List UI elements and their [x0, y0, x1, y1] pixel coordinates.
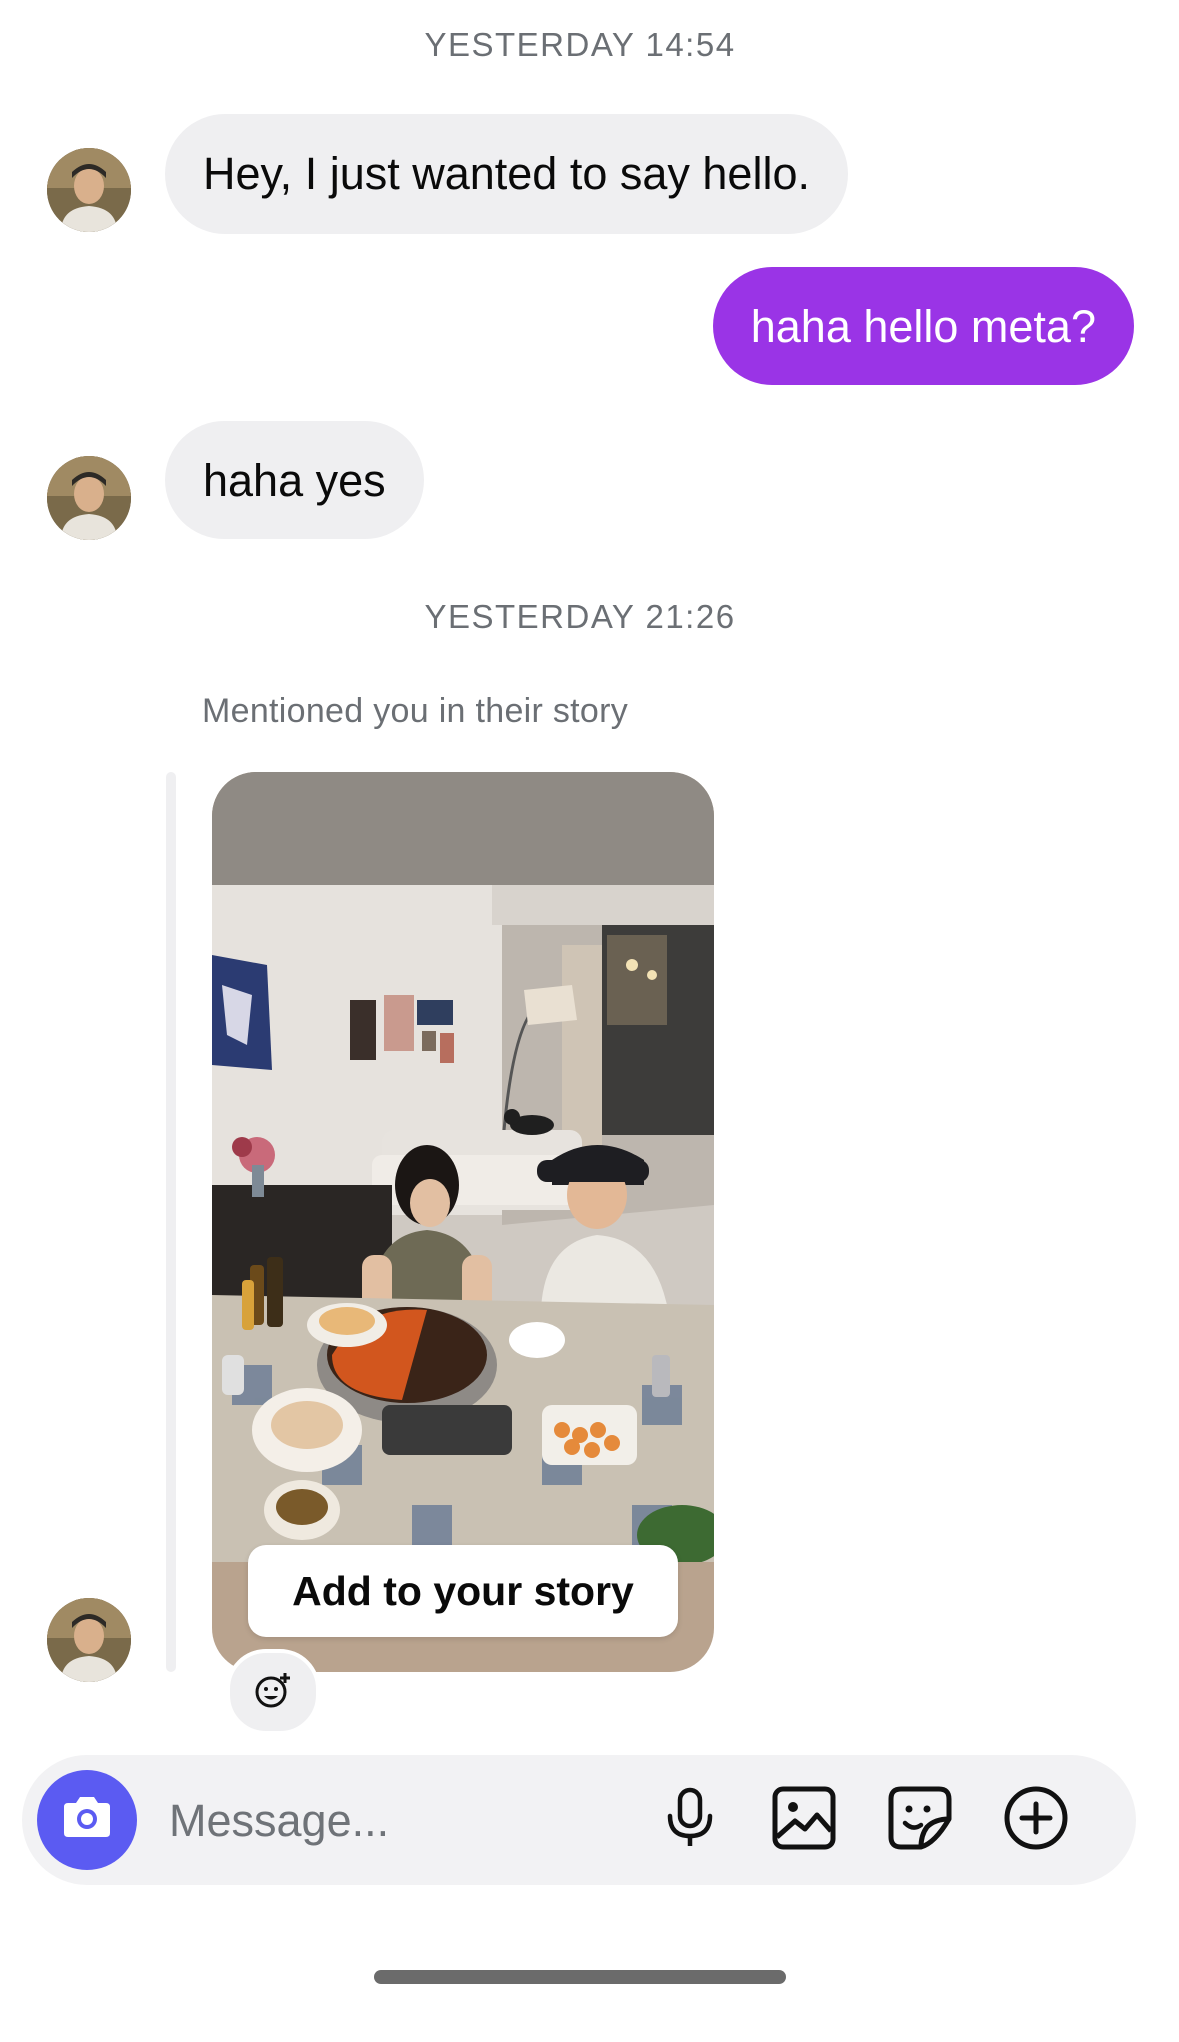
message-bubble-outgoing[interactable]: haha hello meta?	[712, 267, 1134, 385]
story-photo	[212, 885, 714, 1562]
message-composer	[22, 1755, 1136, 1885]
camera-icon	[58, 1793, 116, 1848]
message-text: haha hello meta?	[750, 301, 1096, 352]
story-header-band	[212, 772, 714, 885]
add-to-story-label: Add to your story	[292, 1567, 634, 1614]
gallery-icon	[771, 1785, 837, 1856]
gallery-button[interactable]	[768, 1784, 840, 1856]
message-text: Hey, I just wanted to say hello.	[203, 148, 810, 199]
avatar[interactable]	[47, 148, 131, 232]
message-input[interactable]	[167, 1780, 651, 1862]
avatar[interactable]	[47, 456, 131, 540]
story-reply-bar	[166, 772, 176, 1672]
avatar-photo	[47, 456, 131, 540]
more-options-button[interactable]	[1000, 1784, 1072, 1856]
camera-button[interactable]	[37, 1770, 137, 1870]
avatar-photo	[47, 148, 131, 232]
timestamp: YESTERDAY 14:54	[424, 26, 736, 63]
message-text: haha yes	[203, 455, 386, 506]
timestamp: YESTERDAY 21:26	[424, 598, 736, 635]
message-bubble-incoming[interactable]: Hey, I just wanted to say hello.	[165, 114, 848, 234]
add-to-story-button[interactable]: Add to your story	[248, 1545, 678, 1637]
react-button[interactable]	[226, 1649, 320, 1735]
story-mention-note: Mentioned you in their story	[202, 692, 629, 730]
avatar[interactable]	[47, 1598, 131, 1682]
microphone-icon	[662, 1786, 718, 1855]
sticker-icon	[887, 1785, 953, 1856]
emoji-add-icon	[253, 1670, 293, 1715]
voice-message-button[interactable]	[654, 1784, 726, 1856]
story-mention-card[interactable]: Add to your story	[212, 772, 714, 1672]
home-indicator[interactable]	[374, 1970, 786, 1984]
plus-circle-icon	[1002, 1784, 1070, 1857]
avatar-photo	[47, 1598, 131, 1682]
sticker-button[interactable]	[884, 1784, 956, 1856]
message-bubble-incoming[interactable]: haha yes	[165, 421, 424, 539]
